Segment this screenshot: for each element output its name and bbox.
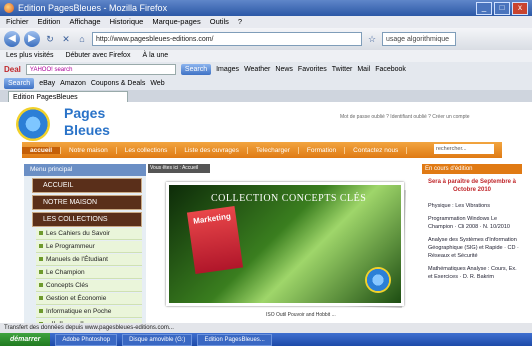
nav-telecharger[interactable]: Telecharger (248, 146, 299, 154)
toolbar2-web[interactable]: Web (150, 80, 164, 87)
toolbar-news[interactable]: News (275, 66, 293, 73)
toolbar-mail[interactable]: Mail (357, 66, 370, 73)
breadcrumb: Vous êtes ici : Accueil (148, 164, 210, 173)
sidebar-item-notre-maison[interactable]: NOTRE MAISON (32, 195, 142, 210)
taskbar-item[interactable]: Edition PagesBleues... (197, 333, 272, 346)
bookmarks-toolbar: Les plus visités Débuter avec Firefox À … (0, 50, 532, 62)
list-item[interactable]: Mathématiques Analyse : Cours, Ex. et Ex… (428, 265, 522, 281)
windows-taskbar: démarrer Adobe Photoshop Disque amovible… (0, 333, 532, 346)
site-search-input[interactable]: rechercher... (434, 144, 494, 154)
yahoo-search-field[interactable]: YAHOO! search (25, 63, 176, 75)
tab-bar: Edition PagesBleues (0, 90, 532, 102)
menu-file[interactable]: Fichier (6, 16, 29, 28)
sidebar-item[interactable]: Gestion et Économie (36, 293, 142, 305)
nav-contact[interactable]: Contactez nous (345, 146, 408, 154)
bookmark-most-visited[interactable]: Les plus visités (6, 50, 53, 62)
logo-word-bleues: Bleues (64, 122, 110, 138)
nav-accueil[interactable]: accueil (22, 146, 62, 154)
site-main-nav: accueil Notre maison Les collections Lis… (22, 142, 502, 158)
menu-help[interactable]: ? (238, 16, 242, 28)
book-cover-marketing: Marketing (186, 205, 244, 275)
back-arrow-icon[interactable]: ◀ (4, 31, 20, 47)
nav-ouvrages[interactable]: Liste des ouvrages (176, 146, 248, 154)
sidebar-item-collections[interactable]: LES COLLECTIONS (32, 212, 142, 227)
sidebar-heading: Menu principal (24, 164, 146, 176)
toolbar-images[interactable]: Images (216, 66, 239, 73)
logo-word-pages: Pages (64, 105, 106, 121)
sidebar-item[interactable]: Manuels de l'Étudiant (36, 254, 142, 266)
tab-edition-pagesbleues[interactable]: Edition PagesBleues (8, 91, 128, 102)
firefox-icon (4, 3, 14, 13)
deal-logo: Deal (4, 64, 21, 74)
toolbar2-search-button[interactable]: Search (4, 77, 35, 89)
book-title: Marketing (192, 211, 232, 226)
toolbar2-coupons[interactable]: Coupons & Deals (91, 80, 145, 87)
bookmark-headlines[interactable]: À la une (142, 50, 168, 62)
reload-icon[interactable]: ↻ (44, 33, 56, 45)
sidebar-item[interactable]: Le Programmeur (36, 241, 142, 253)
browser-search-field[interactable]: usage algorithmique (382, 32, 456, 46)
toolbar2-ebay[interactable]: eBay (39, 80, 55, 87)
close-button[interactable]: x (512, 2, 528, 15)
site-sidebar: Menu principal ACCUEIL NOTRE MAISON LES … (24, 164, 146, 331)
menu-history[interactable]: Historique (110, 16, 144, 28)
hero-caption: ISO Outil Pouvoir and Hobbit ... (266, 312, 336, 318)
web-page: Pages Bleues Mot de passe oublié ? Ident… (0, 102, 532, 331)
stop-icon[interactable]: ✕ (60, 33, 72, 45)
menu-bar: Fichier Edition Affichage Historique Mar… (0, 16, 532, 28)
nav-notre-maison[interactable]: Notre maison (61, 146, 117, 154)
search-toolbar: Search eBay Amazon Coupons & Deals Web (0, 76, 532, 90)
toolbar-favorites[interactable]: Favorites (298, 66, 327, 73)
upcoming-list: Physique : Les Vibrations Programmation … (422, 202, 522, 281)
toolbar-facebook[interactable]: Facebook (375, 66, 406, 73)
desktop-screen: Edition PagesBleues - Mozilla Firefox _ … (0, 0, 532, 346)
list-item[interactable]: Analyse des Systèmes d'Information Géogr… (428, 236, 522, 260)
toolbar-search-button[interactable]: Search (180, 63, 212, 75)
right-column: En cours d'édition Sera à paraître de Se… (422, 164, 522, 323)
sidebar-item[interactable]: Informatique en Poche (36, 306, 142, 318)
status-bar: Transfert des données depuis www.pagesbl… (0, 323, 532, 333)
menu-tools[interactable]: Outils (210, 16, 229, 28)
deal-toolbar: Deal YAHOO! search Search Images Weather… (0, 62, 532, 76)
nav-formation[interactable]: Formation (299, 146, 346, 154)
right-subheading: Sera à paraître de Septembre à Octobre 2… (427, 179, 517, 193)
home-icon[interactable]: ⌂ (76, 33, 88, 45)
taskbar-item[interactable]: Adobe Photoshop (55, 333, 118, 346)
taskbar-item[interactable]: Disque amovible (G:) (122, 333, 193, 346)
star-icon[interactable]: ☆ (366, 33, 378, 45)
forward-arrow-icon[interactable]: ▶ (24, 31, 40, 47)
toolbar-twitter[interactable]: Twitter (332, 66, 353, 73)
globe-logo-icon (16, 107, 50, 141)
sidebar-item-accueil[interactable]: ACCUEIL (32, 178, 142, 193)
account-links[interactable]: Mot de passe oublié ? Identifiant oublié… (340, 114, 520, 120)
sidebar-item[interactable]: Les Cahiers du Savoir (36, 228, 142, 240)
url-field[interactable]: http://www.pagesbleues-editions.com/ (92, 32, 362, 46)
maximize-button[interactable]: □ (494, 2, 510, 15)
minimize-button[interactable]: _ (476, 2, 492, 15)
bookmark-getting-started[interactable]: Débuter avec Firefox (65, 50, 130, 62)
toolbar2-amazon[interactable]: Amazon (60, 80, 86, 87)
main-content: Vous êtes ici : Accueil COLLECTION CONCE… (148, 164, 414, 323)
start-button[interactable]: démarrer (0, 333, 51, 346)
nav-collections[interactable]: Les collections (117, 146, 177, 154)
window-title: Edition PagesBleues - Mozilla Firefox (18, 3, 168, 13)
navigation-toolbar: ◀ ▶ ↻ ✕ ⌂ http://www.pagesbleues-edition… (0, 28, 532, 50)
hero-title: COLLECTION CONCEPTS CLÉS (211, 193, 367, 204)
window-controls: _ □ x (476, 2, 528, 15)
list-item[interactable]: Programmation Windows Le Champion · Cli … (428, 215, 522, 231)
toolbar-weather[interactable]: Weather (244, 66, 270, 73)
right-heading: En cours d'édition (422, 164, 522, 174)
globe-stamp-icon (365, 267, 391, 293)
sidebar-item[interactable]: Concepts Clés (36, 280, 142, 292)
list-item[interactable]: Physique : Les Vibrations (428, 202, 522, 210)
menu-bookmarks[interactable]: Marque-pages (152, 16, 200, 28)
menu-edit[interactable]: Edition (38, 16, 61, 28)
menu-view[interactable]: Affichage (69, 16, 100, 28)
window-titlebar: Edition PagesBleues - Mozilla Firefox _ … (0, 0, 532, 16)
hero-banner[interactable]: COLLECTION CONCEPTS CLÉS Marketing (166, 182, 404, 306)
sidebar-item[interactable]: Le Champion (36, 267, 142, 279)
site-logo[interactable]: Pages Bleues (8, 105, 158, 143)
